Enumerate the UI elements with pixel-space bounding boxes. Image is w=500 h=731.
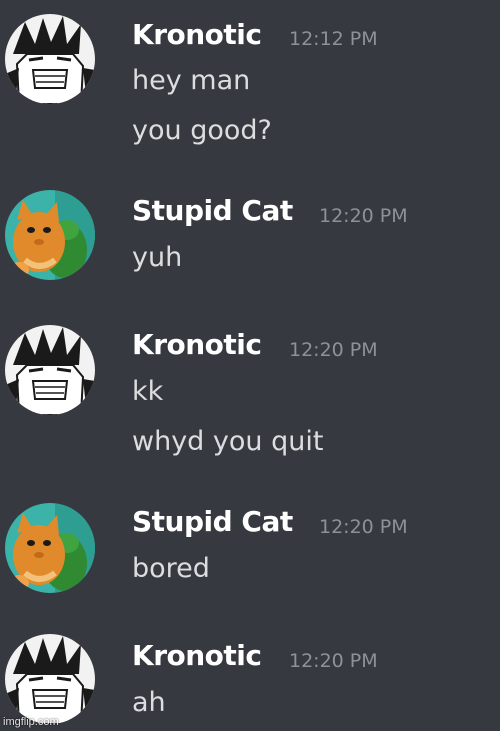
message-timestamp: 12:20 PM bbox=[319, 516, 408, 538]
message-timestamp: 12:20 PM bbox=[289, 339, 378, 361]
anime-boy-avatar-icon[interactable] bbox=[5, 325, 95, 415]
message-author[interactable]: Stupid Cat bbox=[132, 505, 293, 538]
message-text: yuh bbox=[132, 242, 183, 273]
message-text: whyd you quit bbox=[132, 426, 324, 457]
message-text: hey man bbox=[132, 65, 251, 96]
message-text: bored bbox=[132, 553, 210, 584]
message-author[interactable]: Kronotic bbox=[132, 639, 262, 672]
chat-window: Kronotic 12:12 PM hey man you good? Stup… bbox=[0, 0, 500, 731]
anime-boy-avatar-icon[interactable] bbox=[5, 14, 95, 104]
message-timestamp: 12:12 PM bbox=[289, 28, 378, 50]
message-text: ah bbox=[132, 687, 166, 718]
message-timestamp: 12:20 PM bbox=[289, 650, 378, 672]
cat-avatar-icon[interactable] bbox=[5, 190, 95, 280]
message-text: kk bbox=[132, 376, 164, 407]
message-author[interactable]: Kronotic bbox=[132, 18, 262, 51]
message-text: you good? bbox=[132, 115, 272, 146]
cat-avatar-icon[interactable] bbox=[5, 503, 95, 593]
anime-boy-avatar-icon[interactable] bbox=[5, 634, 95, 724]
message-author[interactable]: Kronotic bbox=[132, 328, 262, 361]
message-timestamp: 12:20 PM bbox=[319, 205, 408, 227]
message-author[interactable]: Stupid Cat bbox=[132, 194, 293, 227]
imgflip-watermark: imgflip.com bbox=[3, 716, 59, 728]
